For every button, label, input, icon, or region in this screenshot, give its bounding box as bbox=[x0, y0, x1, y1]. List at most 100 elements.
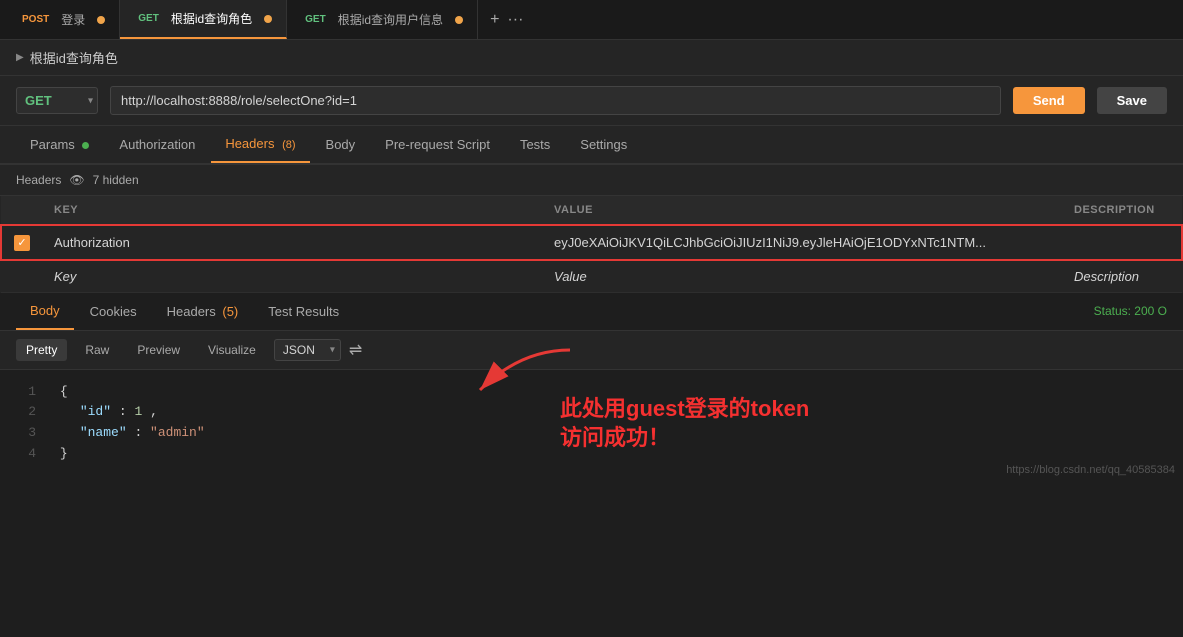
code-line-2: 2 "id" : 1 , bbox=[16, 402, 1167, 423]
headers-badge: (8) bbox=[282, 139, 295, 151]
sub-tab-authorization[interactable]: Authorization bbox=[105, 127, 209, 162]
sort-icon[interactable]: ⇌ bbox=[349, 340, 362, 360]
response-tab-test-results-label: Test Results bbox=[268, 304, 339, 319]
add-tab-icon[interactable]: + bbox=[490, 11, 499, 29]
method-select-wrapper[interactable]: GET POST PUT DELETE bbox=[16, 87, 98, 114]
tab-get-user[interactable]: GET 根据id查询用户信息 bbox=[287, 0, 478, 39]
sub-tab-settings[interactable]: Settings bbox=[566, 127, 641, 162]
response-tab-headers[interactable]: Headers (5) bbox=[153, 294, 253, 329]
tab-label-post: 登录 bbox=[61, 11, 85, 28]
response-tab-cookies-label: Cookies bbox=[90, 304, 137, 319]
row-key-authorization[interactable]: Authorization bbox=[42, 225, 542, 260]
sub-tab-prerequest[interactable]: Pre-request Script bbox=[371, 127, 504, 162]
line-num-3: 3 bbox=[16, 423, 36, 444]
url-input[interactable] bbox=[110, 86, 1001, 115]
line-num-2: 2 bbox=[16, 402, 36, 423]
json-key-name: "name" bbox=[80, 425, 127, 440]
response-tab-cookies[interactable]: Cookies bbox=[76, 294, 151, 329]
code-line-3: 3 "name" : "admin" bbox=[16, 423, 1167, 444]
sub-tab-body-label: Body bbox=[326, 137, 356, 152]
save-button[interactable]: Save bbox=[1097, 87, 1167, 114]
empty-key-cell[interactable]: Key bbox=[42, 260, 542, 293]
code-line-4: 4 } bbox=[16, 444, 1167, 465]
method-badge-get-role: GET bbox=[134, 12, 163, 25]
sub-tab-authorization-label: Authorization bbox=[119, 137, 195, 152]
sub-tabs-bar: Params Authorization Headers (8) Body Pr… bbox=[0, 126, 1183, 165]
sub-tab-params-label: Params bbox=[30, 137, 75, 152]
watermark: https://blog.csdn.net/qq_40585384 bbox=[1006, 464, 1175, 476]
empty-checkbox-cell bbox=[1, 260, 42, 293]
json-comma-1: , bbox=[150, 404, 158, 419]
response-headers-badge: (5) bbox=[222, 304, 238, 319]
tab-dirty-dot-role bbox=[264, 15, 272, 23]
empty-desc-cell[interactable]: Description bbox=[1062, 260, 1182, 293]
format-type-wrapper[interactable]: JSON XML HTML Text bbox=[274, 339, 341, 361]
tab-get-role[interactable]: GET 根据id查询角色 bbox=[120, 0, 287, 39]
json-brace-close: } bbox=[60, 446, 68, 461]
json-colon-2: : bbox=[134, 425, 150, 440]
code-line-1: 1 { bbox=[16, 382, 1167, 403]
response-area: Body Cookies Headers (5) Test Results St… bbox=[0, 293, 1183, 480]
table-row-empty[interactable]: Key Value Description bbox=[1, 260, 1182, 293]
json-key-id: "id" bbox=[80, 404, 111, 419]
sub-tab-body[interactable]: Body bbox=[312, 127, 370, 162]
breadcrumb: ▶ 根据id查询角色 bbox=[0, 40, 1183, 76]
headers-table-wrapper: KEY VALUE DESCRIPTION ✓ Authorization ey… bbox=[0, 196, 1183, 293]
sub-tab-tests-label: Tests bbox=[520, 137, 550, 152]
breadcrumb-arrow: ▶ bbox=[16, 52, 24, 63]
format-type-select[interactable]: JSON XML HTML Text bbox=[274, 339, 341, 361]
format-btn-preview[interactable]: Preview bbox=[127, 339, 190, 361]
line-num-1: 1 bbox=[16, 382, 36, 403]
sub-tab-params[interactable]: Params bbox=[16, 127, 103, 162]
method-badge-post: POST bbox=[18, 13, 53, 26]
request-line: GET POST PUT DELETE Send Save bbox=[0, 76, 1183, 126]
method-select[interactable]: GET POST PUT DELETE bbox=[16, 87, 98, 114]
line-num-4: 4 bbox=[16, 444, 36, 465]
headers-section: Headers 👁 7 hidden bbox=[0, 165, 1183, 196]
tab-label-get-user: 根据id查询用户信息 bbox=[338, 11, 443, 28]
empty-value-cell[interactable]: Value bbox=[542, 260, 1062, 293]
headers-label: Headers bbox=[16, 173, 61, 187]
response-tab-headers-label: Headers bbox=[167, 304, 216, 319]
send-button[interactable]: Send bbox=[1013, 87, 1085, 114]
params-dot bbox=[82, 142, 89, 149]
col-header-key: KEY bbox=[42, 196, 542, 225]
col-header-checkbox bbox=[1, 196, 42, 225]
method-badge-get-user: GET bbox=[301, 13, 330, 26]
table-row-authorization[interactable]: ✓ Authorization eyJ0eXAiOiJKV1QiLCJhbGci… bbox=[1, 225, 1182, 260]
hidden-count: 7 hidden bbox=[93, 173, 139, 187]
sub-tab-tests[interactable]: Tests bbox=[506, 127, 564, 162]
row-checkbox-cell[interactable]: ✓ bbox=[1, 225, 42, 260]
col-header-value: VALUE bbox=[542, 196, 1062, 225]
format-btn-pretty[interactable]: Pretty bbox=[16, 339, 67, 361]
checkbox-checked[interactable]: ✓ bbox=[14, 235, 30, 251]
sub-tab-headers[interactable]: Headers (8) bbox=[211, 126, 309, 163]
headers-table: KEY VALUE DESCRIPTION ✓ Authorization ey… bbox=[0, 196, 1183, 293]
col-header-description: DESCRIPTION bbox=[1062, 196, 1182, 225]
breadcrumb-label: 根据id查询角色 bbox=[30, 48, 118, 67]
response-tabs-bar: Body Cookies Headers (5) Test Results St… bbox=[0, 293, 1183, 331]
response-tab-test-results[interactable]: Test Results bbox=[254, 294, 353, 329]
response-tab-body-label: Body bbox=[30, 303, 60, 318]
tab-post-login[interactable]: POST 登录 bbox=[4, 0, 120, 39]
eye-icon[interactable]: 👁 bbox=[69, 173, 84, 187]
tab-actions[interactable]: + ··· bbox=[478, 11, 535, 29]
format-btn-raw[interactable]: Raw bbox=[75, 339, 119, 361]
sub-tab-settings-label: Settings bbox=[580, 137, 627, 152]
format-bar: Pretty Raw Preview Visualize JSON XML HT… bbox=[0, 331, 1183, 370]
json-value-name: "admin" bbox=[150, 425, 205, 440]
row-desc-authorization bbox=[1062, 225, 1182, 260]
response-tab-body[interactable]: Body bbox=[16, 293, 74, 330]
format-btn-visualize[interactable]: Visualize bbox=[198, 339, 266, 361]
json-colon-1: : bbox=[119, 404, 135, 419]
tab-label-get-role: 根据id查询角色 bbox=[171, 10, 252, 27]
tab-bar: POST 登录 GET 根据id查询角色 GET 根据id查询用户信息 + ··… bbox=[0, 0, 1183, 40]
more-tabs-icon[interactable]: ··· bbox=[507, 11, 523, 29]
json-value-id: 1 bbox=[134, 404, 142, 419]
status-badge: Status: 200 O bbox=[1094, 304, 1167, 318]
json-brace-open: { bbox=[60, 384, 68, 399]
sub-tab-prerequest-label: Pre-request Script bbox=[385, 137, 490, 152]
row-value-authorization[interactable]: eyJ0eXAiOiJKV1QiLCJhbGciOiJIUzI1NiJ9.eyJ… bbox=[542, 225, 1062, 260]
tab-dirty-dot bbox=[97, 16, 105, 24]
sub-tab-headers-label: Headers bbox=[225, 136, 274, 151]
